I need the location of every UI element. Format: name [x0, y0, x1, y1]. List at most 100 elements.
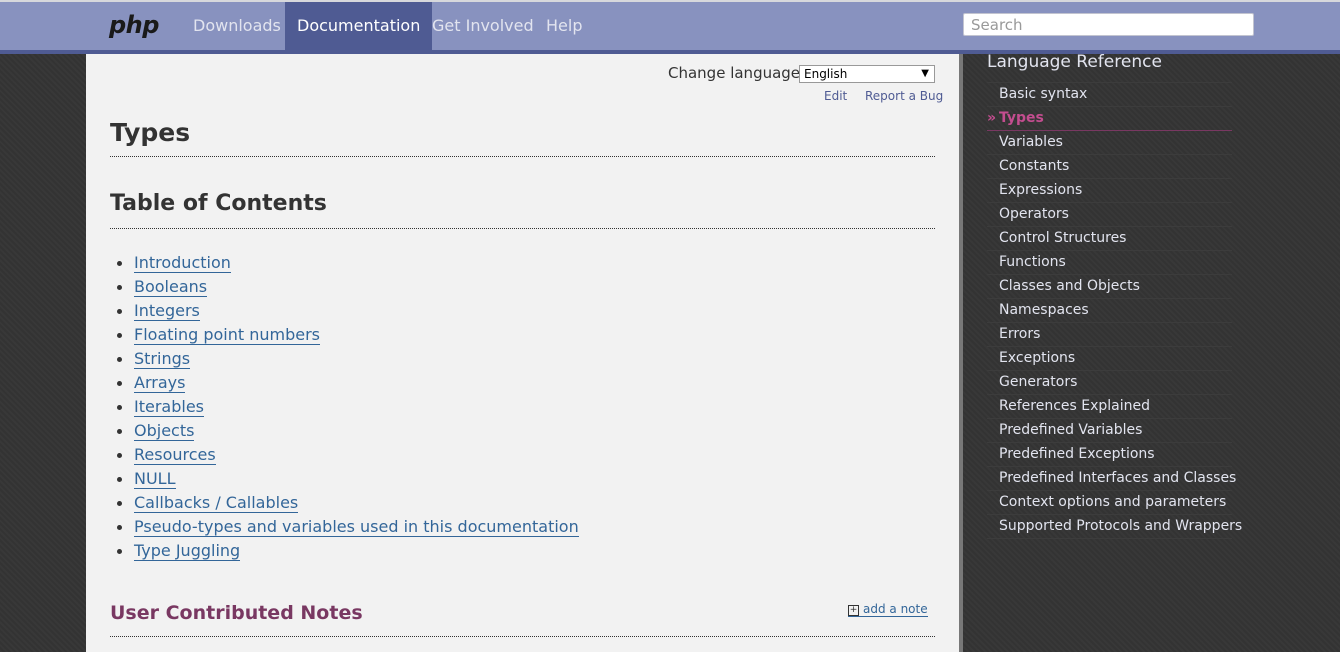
bullet-icon — [117, 405, 122, 410]
sidebar-link[interactable]: Predefined Variables — [999, 422, 1142, 438]
toc-item: Objects — [110, 421, 935, 445]
bullet-icon — [117, 453, 122, 458]
sidebar-link[interactable]: Variables — [999, 134, 1063, 150]
nav-help[interactable]: Help — [534, 2, 594, 50]
sidebar-item-predefined-exceptions: Predefined Exceptions — [987, 443, 1232, 467]
dropdown-arrow-icon: ▼ — [921, 68, 929, 79]
sidebar-link[interactable]: Predefined Exceptions — [999, 446, 1155, 462]
sidebar-item-generators: Generators — [987, 371, 1232, 395]
change-language-label: Change language: — [668, 64, 806, 82]
toc-link-pseudo-types[interactable]: Pseudo-types and variables used in this … — [134, 517, 579, 537]
bullet-icon — [117, 549, 122, 554]
sidebar-link[interactable]: Constants — [999, 158, 1069, 174]
top-navbar: php Downloads Documentation Get Involved… — [0, 2, 1340, 54]
sidebar-link[interactable]: Predefined Interfaces and Classes — [999, 470, 1236, 486]
toc-link-iterables[interactable]: Iterables — [134, 397, 204, 417]
report-bug-link[interactable]: Report a Bug — [865, 89, 943, 103]
bullet-icon — [117, 357, 122, 362]
toc-item: Pseudo-types and variables used in this … — [110, 517, 935, 541]
sidebar-link[interactable]: Control Structures — [999, 230, 1126, 246]
sidebar-title: Language Reference — [987, 52, 1162, 72]
main-content: Change language: English ▼ Edit Report a… — [86, 54, 959, 652]
sidebar-link[interactable]: References Explained — [999, 398, 1150, 414]
sidebar-link[interactable]: Exceptions — [999, 350, 1075, 366]
toc-link-type-juggling[interactable]: Type Juggling — [134, 541, 241, 561]
toc-heading: Table of Contents — [110, 188, 935, 229]
sidebar-item-errors: Errors — [987, 323, 1232, 347]
nav-get-involved[interactable]: Get Involved — [420, 2, 546, 50]
toc-link-arrays[interactable]: Arrays — [134, 373, 186, 393]
language-select[interactable]: English ▼ — [799, 65, 935, 83]
bullet-icon — [117, 285, 122, 290]
bullet-icon — [117, 381, 122, 386]
nav-downloads[interactable]: Downloads — [181, 2, 293, 50]
toc-link-integers[interactable]: Integers — [134, 301, 200, 321]
sidebar-link[interactable]: Classes and Objects — [999, 278, 1140, 294]
add-note-link[interactable]: + add a note — [848, 602, 928, 617]
bullet-icon — [117, 525, 122, 530]
current-marker-icon: » — [987, 110, 997, 126]
sidebar-link[interactable]: Namespaces — [999, 302, 1089, 318]
toc-item: Arrays — [110, 373, 935, 397]
toc-item: Strings — [110, 349, 935, 373]
toc-link-null[interactable]: NULL — [134, 469, 176, 489]
toc-link-objects[interactable]: Objects — [134, 421, 195, 441]
toc-link-floating-point[interactable]: Floating point numbers — [134, 325, 321, 345]
language-select-value: English — [804, 67, 848, 81]
sidebar-link[interactable]: Functions — [999, 254, 1066, 270]
sidebar-list: Basic syntax » Types Variables Constants … — [987, 83, 1242, 539]
sidebar-link-current[interactable]: Types — [999, 110, 1044, 126]
bullet-icon — [117, 501, 122, 506]
sidebar-link[interactable]: Expressions — [999, 182, 1082, 198]
sidebar-item-expressions: Expressions — [987, 179, 1232, 203]
toc-item: Floating point numbers — [110, 325, 935, 349]
bullet-icon — [117, 477, 122, 482]
toc-item: Introduction — [110, 253, 935, 277]
bullet-icon — [117, 429, 122, 434]
add-note-label: add a note — [863, 602, 928, 616]
sidebar-item-types: » Types — [987, 107, 1232, 131]
sidebar-item-control-structures: Control Structures — [987, 227, 1232, 251]
toc-item: Booleans — [110, 277, 935, 301]
sidebar-link[interactable]: Context options and parameters — [999, 494, 1226, 510]
toc-link-strings[interactable]: Strings — [134, 349, 191, 369]
sidebar-link[interactable]: Generators — [999, 374, 1077, 390]
bullet-icon — [117, 333, 122, 338]
toc-item: Callbacks / Callables — [110, 493, 935, 517]
bullet-icon — [117, 309, 122, 314]
sidebar-item-variables: Variables — [987, 131, 1232, 155]
sidebar-link[interactable]: Operators — [999, 206, 1069, 222]
sidebar-item-references: References Explained — [987, 395, 1232, 419]
sidebar-item-functions: Functions — [987, 251, 1232, 275]
sidebar-item-namespaces: Namespaces — [987, 299, 1232, 323]
toc-link-booleans[interactable]: Booleans — [134, 277, 208, 297]
toc-link-callbacks[interactable]: Callbacks / Callables — [134, 493, 299, 513]
php-logo[interactable]: php — [109, 11, 159, 39]
sidebar-item-constants: Constants — [987, 155, 1232, 179]
edit-link[interactable]: Edit — [824, 89, 847, 103]
toc-item: Resources — [110, 445, 935, 469]
toc-item: Iterables — [110, 397, 935, 421]
bullet-icon — [117, 261, 122, 266]
sidebar-link[interactable]: Supported Protocols and Wrappers — [999, 518, 1242, 534]
search-input[interactable] — [963, 13, 1254, 36]
sidebar-link[interactable]: Basic syntax — [999, 86, 1087, 102]
toc-item: Integers — [110, 301, 935, 325]
nav-documentation[interactable]: Documentation — [285, 2, 433, 50]
sidebar-item-predefined-variables: Predefined Variables — [987, 419, 1232, 443]
toc-list: Introduction Booleans Integers Floating … — [110, 253, 935, 565]
sidebar-item-context-options: Context options and parameters — [987, 491, 1232, 515]
user-notes-heading: User Contributed Notes — [110, 600, 935, 637]
content-divider — [959, 54, 963, 652]
toc-link-introduction[interactable]: Introduction — [134, 253, 231, 273]
toc-item: NULL — [110, 469, 935, 493]
toc-item: Type Juggling — [110, 541, 935, 565]
sidebar-item-basic-syntax: Basic syntax — [987, 83, 1232, 107]
page-title: Types — [110, 116, 935, 157]
sidebar-item-classes-objects: Classes and Objects — [987, 275, 1232, 299]
sidebar-item-exceptions: Exceptions — [987, 347, 1232, 371]
sidebar-link[interactable]: Errors — [999, 326, 1040, 342]
toc-link-resources[interactable]: Resources — [134, 445, 216, 465]
sidebar-item-protocols-wrappers: Supported Protocols and Wrappers — [987, 515, 1242, 539]
sidebar-item-predefined-interfaces: Predefined Interfaces and Classes — [987, 467, 1236, 491]
